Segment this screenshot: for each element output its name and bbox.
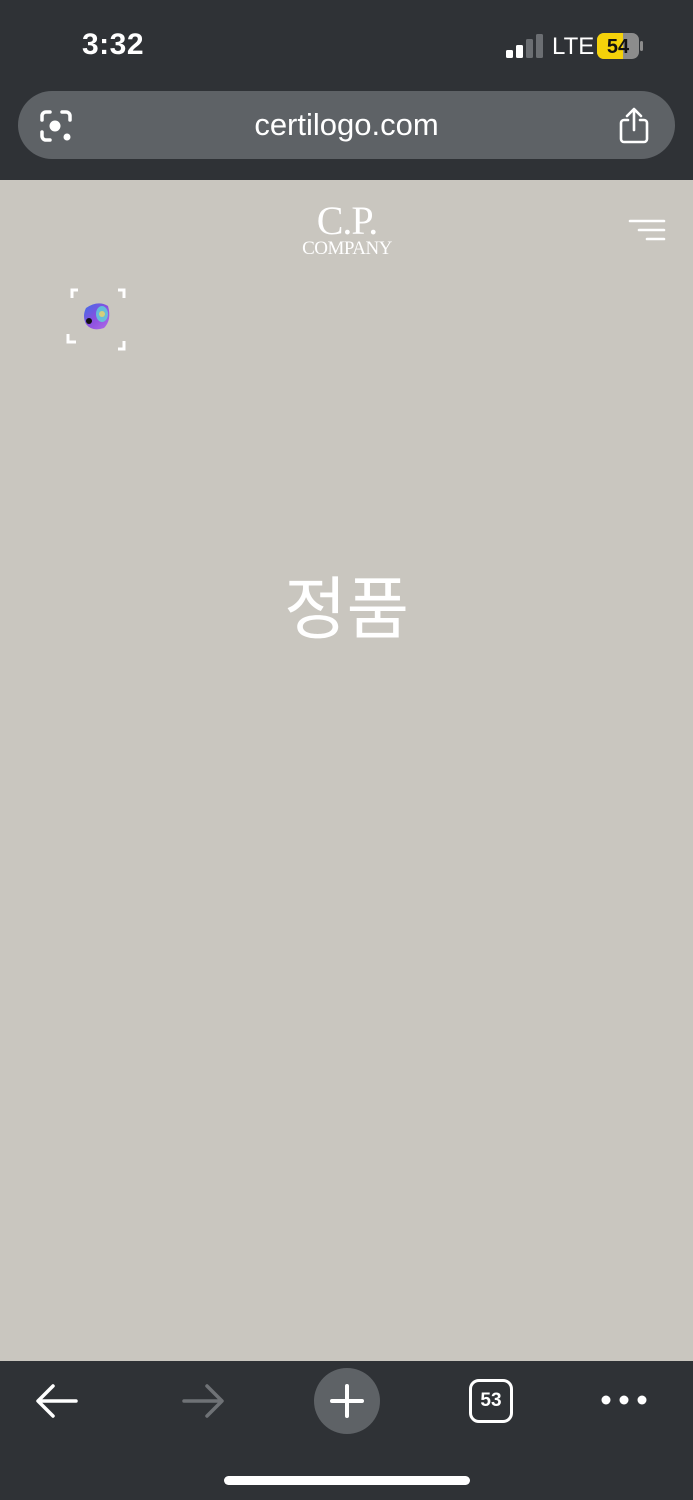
- address-bar[interactable]: certilogo.com: [18, 91, 675, 159]
- battery-level: 54: [607, 36, 630, 58]
- url-text[interactable]: certilogo.com: [18, 107, 675, 143]
- home-indicator[interactable]: [224, 1476, 470, 1485]
- new-tab-button[interactable]: [314, 1368, 380, 1434]
- browser-toolbar: 53: [0, 1361, 693, 1500]
- more-dots-icon[interactable]: [600, 1389, 648, 1411]
- authentication-result: 정품: [283, 571, 410, 650]
- share-icon[interactable]: [617, 107, 651, 145]
- status-time: 3:32: [82, 28, 145, 61]
- network-type: LTE: [552, 33, 595, 60]
- tab-count: 53: [480, 1390, 502, 1411]
- plus-icon: [330, 1384, 364, 1418]
- cp-company-logo[interactable]: C.P. COMPANY: [296, 198, 398, 260]
- battery-icon: 54: [597, 33, 643, 59]
- signal-strength-icon: [506, 34, 543, 58]
- status-bar: 3:32 LTE 54: [0, 0, 693, 90]
- back-arrow-icon[interactable]: [34, 1381, 80, 1421]
- logo-line2: COMPANY: [302, 238, 392, 259]
- logo-line1: C.P.: [316, 198, 379, 243]
- scan-widget-icon[interactable]: [64, 286, 132, 352]
- web-content: C.P. COMPANY 정품: [0, 180, 693, 1361]
- tab-switcher-button[interactable]: 53: [469, 1379, 513, 1423]
- forward-arrow-icon[interactable]: [180, 1381, 226, 1421]
- hamburger-menu-icon[interactable]: [628, 218, 666, 248]
